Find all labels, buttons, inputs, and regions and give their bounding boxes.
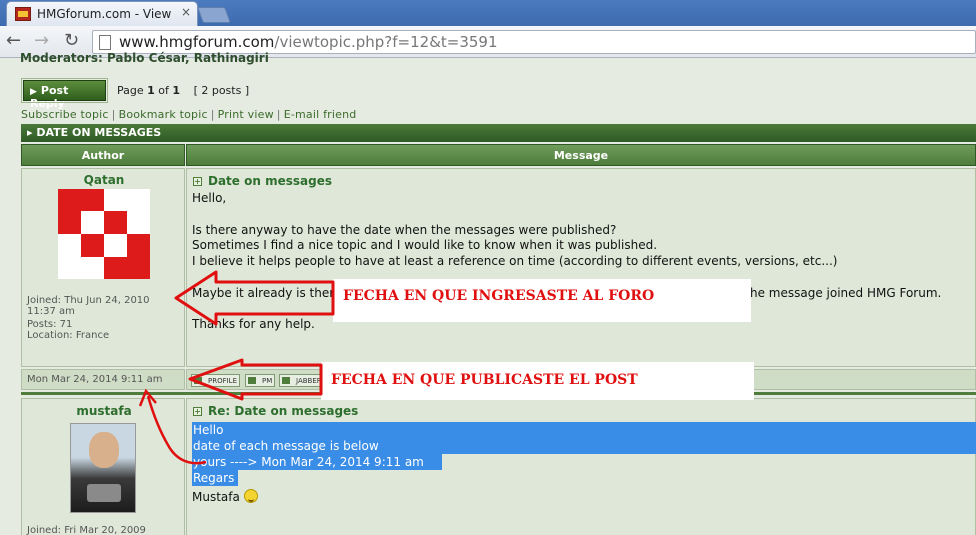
moderators-line: Moderators: Pablo César, Rathinagiri xyxy=(20,51,269,65)
post-icon: + xyxy=(193,407,202,416)
topic-title-bar: ▸ DATE ON MESSAGES xyxy=(21,124,976,142)
post2-username[interactable]: mustafa xyxy=(22,404,186,418)
post2-joined: Joined: Fri Mar 20, 2009 xyxy=(27,525,146,535)
post1-message-cell: + Date on messages Hello, Is there anyway… xyxy=(186,168,976,367)
browser-tab[interactable]: HMGforum.com - View to × xyxy=(6,1,198,26)
topic-links: Subscribe topic | Bookmark topic | Print vie… xyxy=(21,108,357,121)
page-icon xyxy=(99,35,111,50)
author-column-header: Author xyxy=(21,144,185,166)
annotation-post-date: FECHA EN QUE PUBLICASTE EL POST xyxy=(321,362,754,400)
post2-message-cell: + Re: Date on messages Hello date of each… xyxy=(186,398,976,535)
photo-avatar xyxy=(70,423,136,513)
selected-line[interactable]: date of each message is below xyxy=(192,438,976,454)
post2-author-cell: mustafa Joined: Fri Mar 20, 2009 xyxy=(21,398,185,535)
post1-date: Mon Mar 24, 2014 9:11 am xyxy=(27,374,163,385)
tab-title: HMGforum.com - View to xyxy=(37,7,172,21)
checkerboard-avatar xyxy=(58,189,150,279)
tab-strip: HMGforum.com - View to × xyxy=(0,0,976,26)
play-arrow-icon: ▶ xyxy=(30,87,37,97)
close-tab-icon[interactable]: × xyxy=(181,5,191,19)
smiley-icon xyxy=(243,489,258,503)
post1-username[interactable]: Qatan xyxy=(22,173,186,187)
post-icon: + xyxy=(193,177,202,186)
forward-arrow-icon[interactable]: → xyxy=(34,32,49,50)
print-view-link[interactable]: Print view xyxy=(218,108,274,121)
post1-posts-count: Posts: 71 xyxy=(27,319,73,330)
subscribe-topic-link[interactable]: Subscribe topic xyxy=(21,108,109,121)
pagination-info: Page 1 of 1 [ 2 posts ] xyxy=(117,84,250,97)
selected-line[interactable]: Regars xyxy=(192,470,238,486)
pm-button[interactable]: PM xyxy=(245,374,276,387)
jabber-button[interactable]: JABBER xyxy=(279,374,325,387)
back-arrow-icon[interactable]: ← xyxy=(6,32,21,50)
post1-location: Location: France xyxy=(27,330,110,341)
new-tab-button[interactable] xyxy=(197,7,231,23)
browser-window: HMGforum.com - View to × ← → ↻ www.hmgfo… xyxy=(0,0,976,535)
profile-button[interactable]: PROFILE xyxy=(191,374,241,387)
reload-icon[interactable]: ↻ xyxy=(64,32,79,50)
post2-signature: Mustafa xyxy=(192,489,258,506)
message-column-header: Message xyxy=(186,144,976,166)
selected-line[interactable]: yours ----> Mon Mar 24, 2014 9:11 am xyxy=(192,454,442,470)
post1-joined: Joined: Thu Jun 24, 2010 xyxy=(27,295,150,306)
post1-joined-time: 11:37 am xyxy=(27,306,75,317)
post1-date-cell: Mon Mar 24, 2014 9:11 am xyxy=(21,369,185,390)
post-reply-button[interactable]: ▶ Post Reply xyxy=(21,78,108,110)
url-text[interactable]: www.hmgforum.com/viewtopic.php?f=12&t=35… xyxy=(119,33,498,51)
selected-line[interactable]: Hello xyxy=(192,422,976,438)
post1-subject[interactable]: + Date on messages xyxy=(193,174,332,188)
email-friend-link[interactable]: E-mail friend xyxy=(284,108,357,121)
bookmark-topic-link[interactable]: Bookmark topic xyxy=(119,108,208,121)
post1-author-cell: Qatan Joined: Thu Jun 24, 2010 11:37 am … xyxy=(21,168,185,367)
topic-title: DATE ON MESSAGES xyxy=(36,126,162,139)
post2-subject[interactable]: + Re: Date on messages xyxy=(193,404,358,418)
annotation-join-date: FECHA EN QUE INGRESASTE AL FORO xyxy=(333,279,751,322)
favicon-icon xyxy=(15,7,31,21)
